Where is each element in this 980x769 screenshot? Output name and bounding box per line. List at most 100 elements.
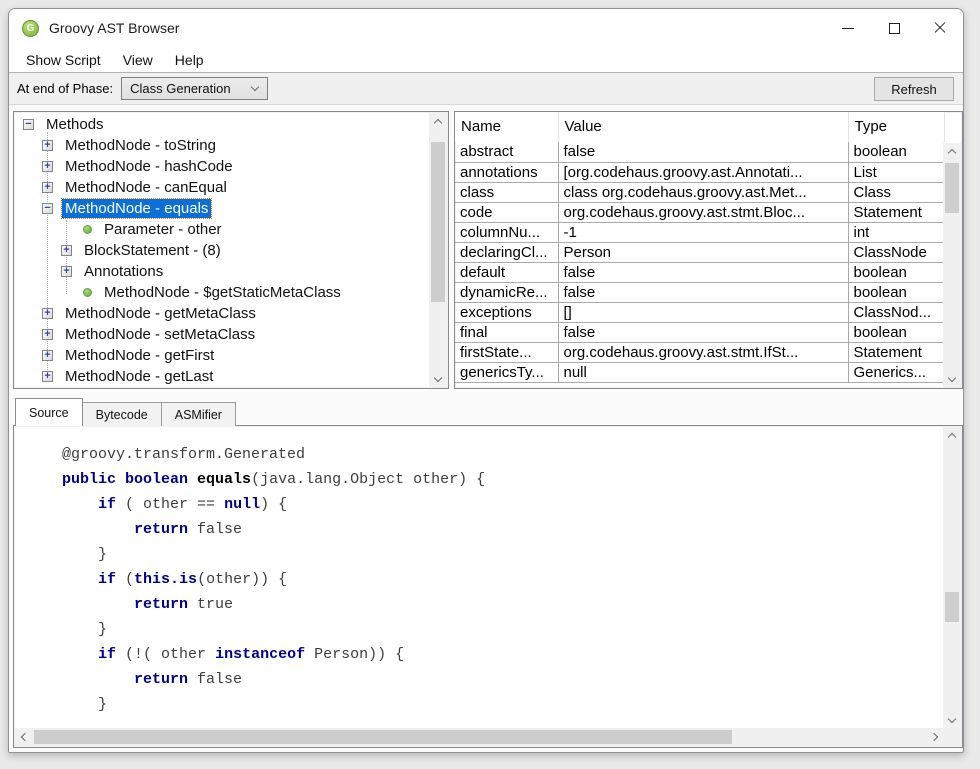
menu-item-view[interactable]: View xyxy=(112,49,164,71)
expand-icon[interactable]: + xyxy=(42,182,53,193)
refresh-button[interactable]: Refresh xyxy=(874,77,954,101)
tree-item[interactable]: +MethodNode - getFirst xyxy=(14,345,429,366)
menu-item-show-script[interactable]: Show Script xyxy=(15,49,112,71)
tree-item-label[interactable]: BlockStatement - (8) xyxy=(81,241,224,260)
table-row[interactable]: dynamicRe...falseboolean xyxy=(455,282,944,302)
cell-type[interactable]: Class xyxy=(848,182,944,202)
cell-type[interactable]: ClassNod... xyxy=(848,302,944,322)
cell-name[interactable]: genericsTy... xyxy=(455,362,558,382)
tree-item[interactable]: +MethodNode - getLast xyxy=(14,366,429,387)
tree-item-label[interactable]: MethodNode - getLast xyxy=(62,367,216,386)
expand-icon[interactable]: + xyxy=(42,308,53,319)
cell-value[interactable]: org.codehaus.groovy.ast.stmt.IfSt... xyxy=(558,342,848,362)
expand-icon[interactable]: + xyxy=(61,266,72,277)
table-row[interactable]: declaringCl...PersonClassNode xyxy=(455,242,944,262)
cell-type[interactable]: int xyxy=(848,222,944,242)
cell-type[interactable]: boolean xyxy=(848,262,944,282)
cell-name[interactable]: firstState... xyxy=(455,342,558,362)
cell-type[interactable]: boolean xyxy=(848,322,944,342)
table-row[interactable]: annotations[org.codehaus.groovy.ast.Anno… xyxy=(455,162,944,182)
scroll-thumb[interactable] xyxy=(431,142,445,302)
scroll-thumb[interactable] xyxy=(945,163,959,213)
table-row[interactable]: abstractfalseboolean xyxy=(455,142,944,162)
cell-name[interactable]: annotations xyxy=(455,162,558,182)
code-horizontal-scrollbar[interactable] xyxy=(15,728,943,746)
scroll-thumb[interactable] xyxy=(34,730,732,744)
scroll-down-button[interactable] xyxy=(943,370,961,387)
cell-type[interactable]: Statement xyxy=(848,342,944,362)
tree-item[interactable]: + BlockStatement - (8) xyxy=(14,240,429,261)
cell-type[interactable]: Statement xyxy=(848,202,944,222)
cell-type[interactable]: List xyxy=(848,162,944,182)
tree-item[interactable]: −Methods xyxy=(14,114,429,135)
tree-item-label[interactable]: MethodNode - $getStaticMetaClass xyxy=(101,283,344,302)
scroll-up-button[interactable] xyxy=(943,427,961,444)
column-header-type[interactable]: Type xyxy=(848,112,944,142)
scroll-right-button[interactable] xyxy=(926,728,943,746)
code-vertical-scrollbar[interactable] xyxy=(943,427,961,728)
close-button[interactable] xyxy=(917,9,963,47)
expand-icon[interactable]: + xyxy=(42,329,53,340)
cell-name[interactable]: abstract xyxy=(455,142,558,162)
tab-source[interactable]: Source xyxy=(15,398,83,426)
scroll-down-button[interactable] xyxy=(429,370,447,387)
table-row[interactable]: firstState...org.codehaus.groovy.ast.stm… xyxy=(455,342,944,362)
cell-type[interactable]: boolean xyxy=(848,282,944,302)
table-row[interactable]: genericsTy...nullGenerics... xyxy=(455,362,944,382)
tree-item[interactable]: + MethodNode - canEqual xyxy=(14,177,429,198)
scroll-up-button[interactable] xyxy=(429,113,447,130)
cell-value[interactable]: false xyxy=(558,142,848,162)
tree-item-label[interactable]: Methods xyxy=(43,115,107,134)
minimize-button[interactable] xyxy=(825,9,871,47)
cell-value[interactable]: false xyxy=(558,322,848,342)
expand-icon[interactable]: + xyxy=(61,245,72,256)
tree-item-label[interactable]: MethodNode - toString xyxy=(62,136,219,155)
expand-icon[interactable]: + xyxy=(42,161,53,172)
cell-value[interactable]: [] xyxy=(558,302,848,322)
tree-item-label[interactable]: MethodNode - equals xyxy=(62,199,211,218)
table-row[interactable]: classclass org.codehaus.groovy.ast.Met..… xyxy=(455,182,944,202)
tree-item[interactable]: + MethodNode - setMetaClass xyxy=(14,324,429,345)
cell-type[interactable]: ClassNode xyxy=(848,242,944,262)
maximize-button[interactable] xyxy=(871,9,917,47)
table-row[interactable]: columnNu...-1int xyxy=(455,222,944,242)
tree-item-label[interactable]: MethodNode - setMetaClass xyxy=(62,325,258,344)
tree-item[interactable]: + MethodNode - toString xyxy=(14,135,429,156)
collapse-icon[interactable]: − xyxy=(23,119,34,130)
cell-value[interactable]: [org.codehaus.groovy.ast.Annotati... xyxy=(558,162,848,182)
phase-dropdown[interactable]: Class Generation xyxy=(121,77,268,100)
cell-name[interactable]: code xyxy=(455,202,558,222)
tab-asmifier[interactable]: ASMifier xyxy=(161,402,236,426)
tree-item[interactable]: Parameter - other xyxy=(14,219,429,240)
collapse-icon[interactable]: − xyxy=(42,203,53,214)
properties-table-panel[interactable]: Name Value Type abstractfalsebooleananno… xyxy=(454,111,963,389)
table-row[interactable]: defaultfalseboolean xyxy=(455,262,944,282)
tree-item[interactable]: +MethodNode - hashCode xyxy=(14,156,429,177)
cell-value[interactable]: null xyxy=(558,362,848,382)
scroll-down-button[interactable] xyxy=(943,711,961,728)
cell-type[interactable]: Generics... xyxy=(848,362,944,382)
tree-item[interactable]: MethodNode - $getStaticMetaClass xyxy=(14,282,429,303)
table-row[interactable]: codeorg.codehaus.groovy.ast.stmt.Bloc...… xyxy=(455,202,944,222)
source-code-view[interactable]: @groovy.transform.Generated public boole… xyxy=(15,427,943,728)
scroll-left-button[interactable] xyxy=(15,728,32,746)
tree-scrollbar[interactable] xyxy=(429,113,447,387)
expand-icon[interactable]: + xyxy=(42,350,53,361)
titlebar[interactable]: G Groovy AST Browser xyxy=(9,9,963,47)
cell-name[interactable]: dynamicRe... xyxy=(455,282,558,302)
tree-item[interactable]: −MethodNode - equals xyxy=(14,198,429,219)
tab-bytecode[interactable]: Bytecode xyxy=(82,402,162,426)
table-row[interactable]: finalfalseboolean xyxy=(455,322,944,342)
cell-name[interactable]: exceptions xyxy=(455,302,558,322)
ast-tree-panel[interactable]: −Methods+MethodNode - toString+MethodNod… xyxy=(13,111,449,389)
expand-icon[interactable]: + xyxy=(42,140,53,151)
cell-value[interactable]: false xyxy=(558,282,848,302)
tree-item-label[interactable]: MethodNode - canEqual xyxy=(62,178,230,197)
cell-value[interactable]: false xyxy=(558,262,848,282)
cell-value[interactable]: org.codehaus.groovy.ast.stmt.Bloc... xyxy=(558,202,848,222)
tree-item-label[interactable]: Annotations xyxy=(81,262,166,281)
scroll-thumb[interactable] xyxy=(945,592,959,622)
menu-item-help[interactable]: Help xyxy=(164,49,215,71)
table-row[interactable]: exceptions[]ClassNod... xyxy=(455,302,944,322)
cell-name[interactable]: columnNu... xyxy=(455,222,558,242)
